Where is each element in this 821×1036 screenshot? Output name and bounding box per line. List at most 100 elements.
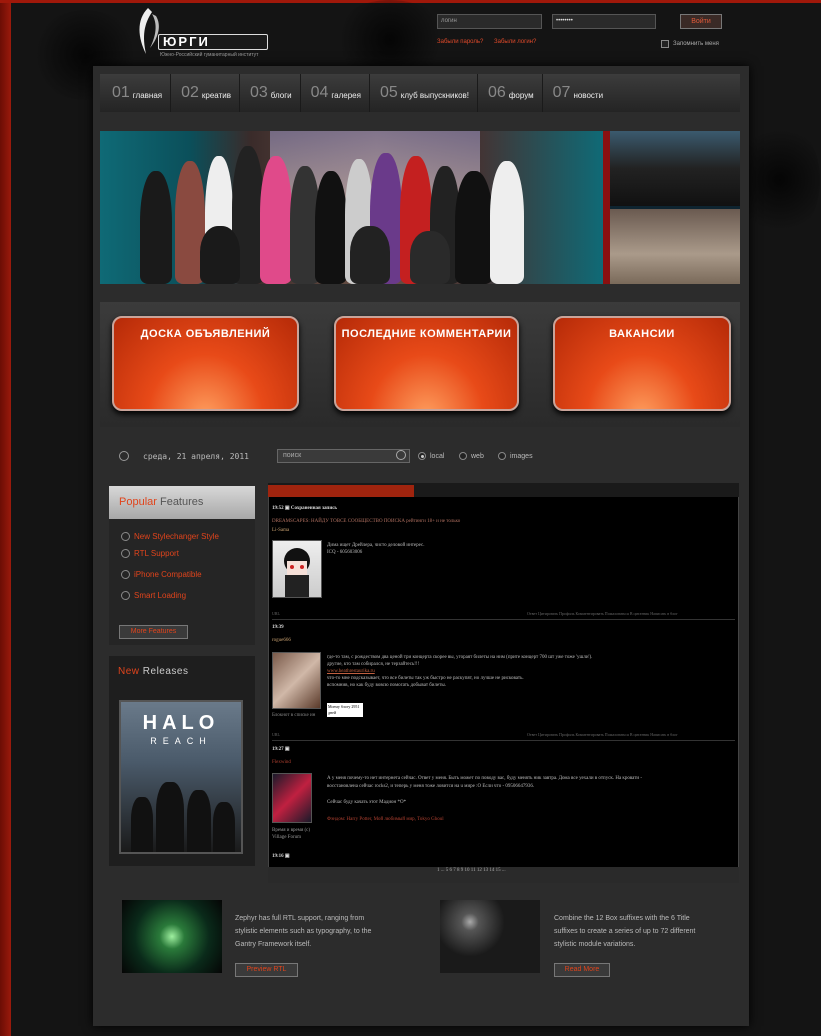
- post-time-text: 19:27: [272, 747, 284, 752]
- nav-item-alumni[interactable]: 05 клуб выпускников!: [370, 74, 479, 112]
- new-title-highlight: New: [118, 666, 140, 677]
- post-text: Дима ищет Дрейлера, чисто деловой интере…: [327, 543, 425, 548]
- radio-dot[interactable]: [498, 452, 506, 460]
- thumb-photo-2[interactable]: [610, 209, 740, 284]
- feed-tab-active[interactable]: [268, 485, 414, 497]
- person-figure: [200, 226, 240, 284]
- person-figure: [140, 171, 172, 284]
- popular-item[interactable]: Smart Loading: [121, 591, 186, 600]
- read-more-button[interactable]: Read More: [554, 963, 610, 977]
- forgot-password-link[interactable]: Забыли пароль?: [437, 39, 483, 45]
- nav-item-creative[interactable]: 02 креатив: [171, 74, 240, 112]
- nav-label: новости: [573, 90, 604, 100]
- main-nav: 01 главная 02 креатив 03 блоги 04 галерея 05…: [100, 74, 740, 112]
- popular-item[interactable]: RTL Support: [121, 549, 179, 558]
- nav-label: форум: [508, 90, 534, 100]
- arrow-icon: [121, 549, 130, 558]
- radio-dot[interactable]: [418, 452, 426, 460]
- person-figure: [315, 171, 347, 284]
- person-figure: [350, 226, 390, 284]
- post-actions[interactable]: Ответ Цитировать Профиль Комментировать …: [527, 732, 678, 737]
- soldier-figure: [131, 797, 153, 852]
- post-divider: [272, 619, 735, 620]
- post-url[interactable]: URL: [272, 732, 280, 737]
- post-author[interactable]: Li-Sama: [272, 528, 289, 533]
- popular-item-label: RTL Support: [134, 549, 179, 558]
- avatar[interactable]: [272, 773, 312, 823]
- nav-num: 01: [112, 84, 130, 101]
- post-text: другие, кто там собирался, не терзайтесь…: [327, 662, 420, 667]
- post-link[interactable]: www.heathrestaurika.ru: [327, 668, 375, 675]
- more-features-button[interactable]: More Features: [119, 625, 188, 639]
- post-actions[interactable]: Ответ Цитировать Профиль Комментировать …: [527, 611, 678, 616]
- nav-num: 06: [488, 84, 506, 101]
- background-splat: [740, 120, 820, 240]
- current-date: среда, 21 апреля, 2011: [143, 452, 249, 461]
- remember-checkbox[interactable]: [661, 40, 669, 48]
- post-author[interactable]: rogue666: [272, 638, 291, 643]
- post-time: 19:16 ▣: [272, 854, 290, 859]
- popular-features-module: Popular Features: [109, 486, 255, 645]
- popular-item-label: New Stylechanger Style: [134, 532, 219, 541]
- box-recent-comments[interactable]: ПОСЛЕДНИЕ КОММЕНТАРИИ: [334, 316, 519, 411]
- post-text: вспомнив, но как буду вовсю помогать доб…: [327, 683, 446, 688]
- nav-num: 03: [249, 84, 268, 101]
- preview-rtl-button[interactable]: Preview RTL: [235, 963, 298, 977]
- login-input[interactable]: логин: [437, 14, 542, 29]
- nav-label: креатив: [201, 90, 231, 100]
- feature-image-nebula: [122, 900, 222, 973]
- soldier-figure: [187, 790, 211, 852]
- anime-avatar-icon: [284, 548, 310, 597]
- popular-title-highlight: Popular: [119, 496, 157, 508]
- game-title: HALO: [142, 712, 220, 734]
- popular-item[interactable]: New Stylechanger Style: [121, 532, 219, 541]
- post-url[interactable]: URL: [272, 611, 280, 616]
- post-time-text: 19:16: [272, 854, 284, 859]
- avatar[interactable]: [272, 652, 321, 709]
- box-vacancies[interactable]: ВАКАНСИИ: [553, 316, 731, 411]
- search-input[interactable]: поиск: [277, 449, 410, 463]
- post-tags[interactable]: Фэндом: Harry Potter, Мой любимый мир, T…: [327, 816, 444, 823]
- search-icon[interactable]: [396, 450, 406, 460]
- popular-item-label: iPhone Compatible: [134, 570, 202, 579]
- avatar[interactable]: [272, 540, 322, 598]
- person-figure: [490, 161, 524, 284]
- popular-title-rest: Features: [156, 496, 204, 508]
- radio-local[interactable]: local: [418, 452, 444, 460]
- post-text: где-то там, с рождеством два ценой три к…: [327, 655, 593, 660]
- radio-web[interactable]: web: [459, 452, 484, 460]
- password-input[interactable]: ••••••••: [552, 14, 656, 29]
- post-author[interactable]: Flexwind: [272, 760, 291, 765]
- post-time: 19:52 ▣ Сохраненная запись: [272, 506, 338, 511]
- forgot-login-link[interactable]: Забыли логин?: [494, 39, 536, 45]
- login-button[interactable]: Войти: [680, 14, 722, 29]
- post-title-link[interactable]: DREAMSCAPES: НАЙДУ ТОВСЕ СООБЩЕСТВО ПОИС…: [272, 519, 460, 524]
- nav-item-forum[interactable]: 06 форум: [478, 74, 543, 112]
- game-cover-image[interactable]: HALO REACH: [119, 700, 243, 854]
- nav-num: 05: [379, 84, 398, 101]
- popular-heading: Popular Features: [109, 486, 255, 519]
- radio-dot[interactable]: [459, 452, 467, 460]
- avatar-caption: Блокнот в списке ин: [272, 713, 316, 718]
- logo-subtitle: Южно-Российский гуманитарный институт: [160, 52, 259, 58]
- box-label: ДОСКА ОБЪЯВЛЕНИЙ: [140, 328, 271, 340]
- nav-item-gallery[interactable]: 04 галерея: [301, 74, 370, 112]
- nav-item-news[interactable]: 07 новости: [543, 74, 611, 112]
- radio-label: web: [471, 452, 484, 460]
- nav-label: блоги: [270, 90, 292, 100]
- nav-item-home[interactable]: 01 главная: [100, 74, 172, 112]
- popular-item-label: Smart Loading: [134, 591, 187, 600]
- thumb-photo-1[interactable]: [610, 131, 740, 206]
- remember-me[interactable]: Запомнить меня: [661, 40, 719, 48]
- post-text: А у меня почему-то нет интернета сейчас.…: [327, 776, 643, 781]
- nav-label: главная: [132, 90, 163, 100]
- popular-item[interactable]: iPhone Compatible: [121, 570, 202, 579]
- nav-item-blogs[interactable]: 03 блоги: [240, 74, 301, 112]
- arrow-icon: [121, 570, 130, 579]
- clock-icon: [119, 451, 129, 461]
- pagination[interactable]: 1 ... 5 6 7 8 9 10 11 12 13 14 15 ...: [437, 868, 506, 873]
- box-announcements[interactable]: ДОСКА ОБЪЯВЛЕНИЙ: [112, 316, 299, 411]
- radio-images[interactable]: images: [498, 452, 533, 460]
- avatar-caption: Время и время (с) Village Forum: [272, 828, 311, 840]
- nav-num: 07: [552, 84, 571, 101]
